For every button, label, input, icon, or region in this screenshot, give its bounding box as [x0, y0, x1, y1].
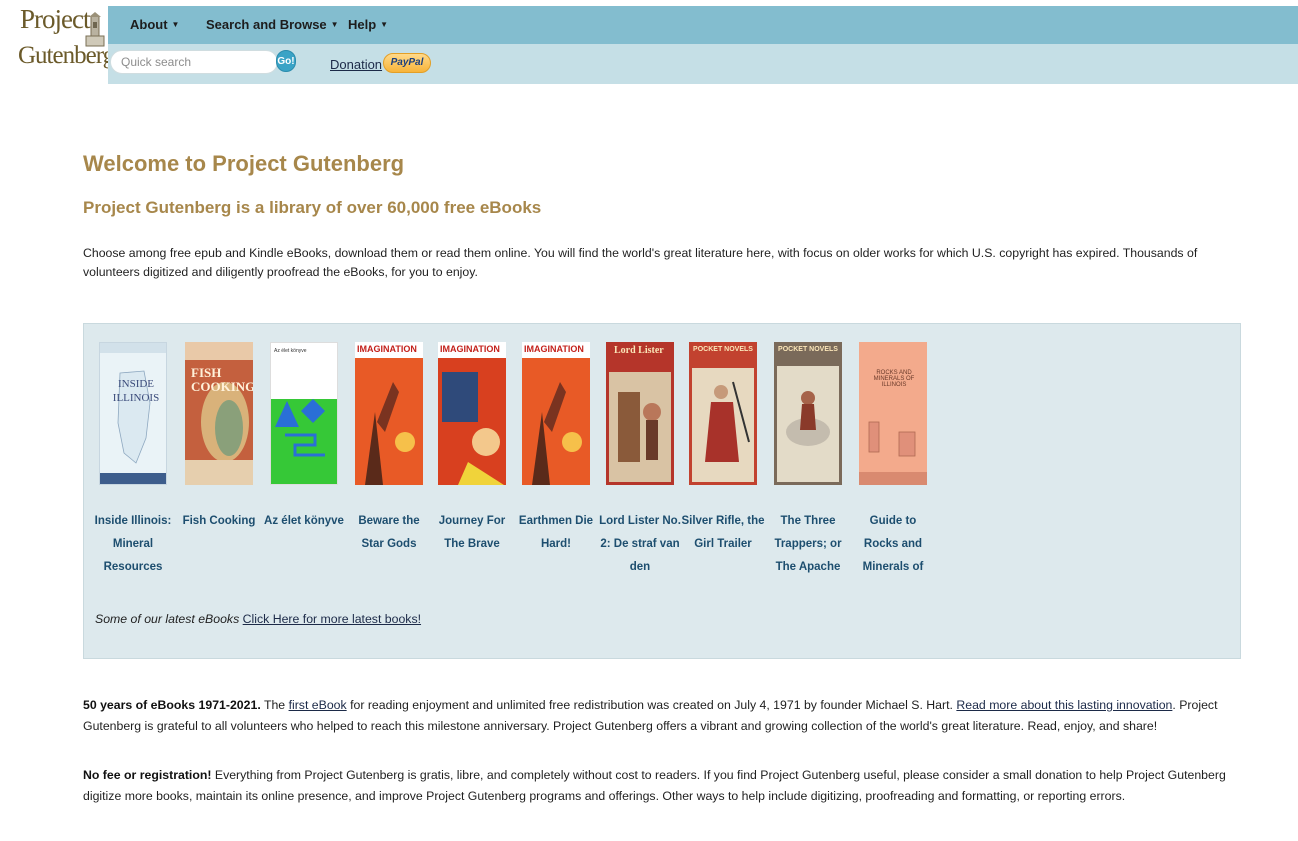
no-fee-text: Everything from Project Gutenberg is gra…: [83, 768, 1226, 803]
vintage-illustration-icon: [689, 342, 757, 485]
paypal-button[interactable]: PayPal: [383, 53, 431, 73]
caret-down-icon: ▼: [330, 20, 339, 29]
cover-title: POCKET NOVELS: [693, 346, 753, 353]
book-title: Earthmen Die Hard!: [518, 515, 594, 550]
cover-title: Az élet könyve: [274, 348, 307, 354]
page-title: Welcome to Project Gutenberg: [83, 151, 405, 176]
book-card[interactable]: POCKET NOVELS Silver Rifle, the Girl Tra…: [681, 342, 765, 556]
book-cover: Lord Lister: [606, 342, 674, 485]
anniversary-text-1: The: [260, 698, 289, 712]
caret-down-icon: ▼: [380, 20, 389, 29]
book-card[interactable]: Lord Lister Lord Lister No. 2: De straf …: [599, 342, 681, 579]
book-card[interactable]: INSIDE ILLINOIS Inside Illinois: Mineral…: [95, 342, 171, 579]
latest-books-panel: INSIDE ILLINOIS Inside Illinois: Mineral…: [83, 323, 1241, 659]
more-latest-books-link[interactable]: Click Here for more latest books!: [243, 612, 421, 626]
anniversary-paragraph: 50 years of eBooks 1971-2021. The first …: [83, 695, 1253, 737]
book-card[interactable]: ROCKS AND MINERALS OF ILLINOIS Guide to …: [858, 342, 928, 579]
book-card[interactable]: IMAGINATION Journey For The Brave: [437, 342, 507, 556]
geometric-shapes-icon: [271, 399, 337, 484]
book-card[interactable]: IMAGINATION Beware the Star Gods: [354, 342, 424, 556]
anniversary-text-2: for reading enjoyment and unlimited free…: [346, 698, 957, 712]
go-button[interactable]: Go!: [276, 50, 296, 72]
illinois-map-icon: [100, 343, 166, 484]
menu-about-label: About: [130, 17, 168, 32]
pulp-scifi-cover-icon: [522, 342, 590, 485]
book-cover: Az élet könyve: [270, 342, 338, 485]
menu-search-and-browse-label: Search and Browse: [206, 17, 327, 32]
first-ebook-link[interactable]: first eBook: [289, 698, 347, 712]
cover-title: Lord Lister: [614, 345, 664, 356]
project-gutenberg-logo[interactable]: Project Gutenberg: [18, 6, 108, 84]
book-title: Az élet könyve: [264, 515, 344, 527]
book-title: The Three Trappers; or The Apache: [774, 515, 842, 573]
book-title: Guide to Rocks and Minerals of: [862, 515, 924, 573]
latest-books-caption: Some of our latest eBooks Click Here for…: [95, 612, 421, 626]
vintage-illustration-icon: [774, 342, 842, 485]
book-cover: POCKET NOVELS: [774, 342, 842, 485]
anniversary-heading: 50 years of eBooks 1971-2021.: [83, 698, 261, 712]
book-cover: ROCKS AND MINERALS OF ILLINOIS: [859, 342, 927, 485]
book-title: Lord Lister No. 2: De straf van den: [599, 515, 681, 573]
pulp-scifi-cover-icon: [438, 342, 506, 485]
book-card[interactable]: Az élet könyve Az élet könyve: [264, 342, 344, 533]
search-bar-row: Go! Donation PayPal: [108, 44, 1298, 84]
book-title: Beware the Star Gods: [358, 515, 420, 550]
cover-title: POCKET NOVELS: [778, 346, 838, 353]
read-more-innovation-link[interactable]: Read more about this lasting innovation: [956, 698, 1172, 712]
site-header: Project Gutenberg About ▼ Search and Brow…: [18, 6, 1298, 84]
menu-search-and-browse[interactable]: Search and Browse ▼: [206, 17, 339, 32]
tower-icon: [85, 12, 105, 47]
book-card[interactable]: FISH COOKING Fish Cooking: [183, 342, 255, 533]
cover-title: IMAGINATION: [524, 344, 584, 354]
book-cover: IMAGINATION: [522, 342, 590, 485]
book-cover: IMAGINATION: [355, 342, 423, 485]
cover-title: INSIDE ILLINOIS: [112, 378, 160, 404]
vintage-illustration-icon: [606, 342, 674, 485]
fish-illustration-icon: [185, 342, 253, 485]
book-title: Fish Cooking: [182, 515, 256, 527]
menu-help-label: Help: [348, 17, 377, 32]
no-fee-heading: No fee or registration!: [83, 768, 212, 782]
minerals-illustration-icon: [859, 342, 927, 485]
pulp-scifi-cover-icon: [355, 342, 423, 485]
book-title: Silver Rifle, the Girl Trailer: [681, 515, 765, 550]
cover-title: IMAGINATION: [357, 344, 417, 354]
page-subtitle: Project Gutenberg is a library of over 6…: [83, 198, 542, 217]
latest-books-text: Some of our latest eBooks: [95, 612, 240, 626]
cover-title: FISH COOKING: [191, 365, 253, 394]
book-cover: POCKET NOVELS: [689, 342, 757, 485]
book-title: Journey For The Brave: [438, 515, 506, 550]
logo-word-project: Project: [20, 6, 90, 34]
quick-search-input[interactable]: [110, 50, 278, 74]
caret-down-icon: ▼: [171, 20, 180, 29]
intro-paragraph: Choose among free epub and Kindle eBooks…: [83, 246, 1198, 279]
no-fee-paragraph: No fee or registration! Everything from …: [83, 765, 1253, 807]
cover-title: IMAGINATION: [440, 344, 500, 354]
book-title: Inside Illinois: Mineral Resources: [94, 515, 172, 573]
book-card[interactable]: POCKET NOVELS The Three Trappers; or The…: [773, 342, 843, 579]
cover-title: ROCKS AND MINERALS OF ILLINOIS: [873, 370, 915, 388]
book-card[interactable]: IMAGINATION Earthmen Die Hard!: [519, 342, 593, 556]
main-nav: About ▼ Search and Browse ▼ Help ▼: [108, 6, 1298, 44]
menu-help[interactable]: Help ▼: [348, 17, 388, 32]
book-cover: IMAGINATION: [438, 342, 506, 485]
book-cover: FISH COOKING: [185, 342, 253, 485]
book-cover: INSIDE ILLINOIS: [99, 342, 167, 485]
menu-about[interactable]: About ▼: [130, 17, 179, 32]
donation-link[interactable]: Donation: [330, 57, 382, 72]
